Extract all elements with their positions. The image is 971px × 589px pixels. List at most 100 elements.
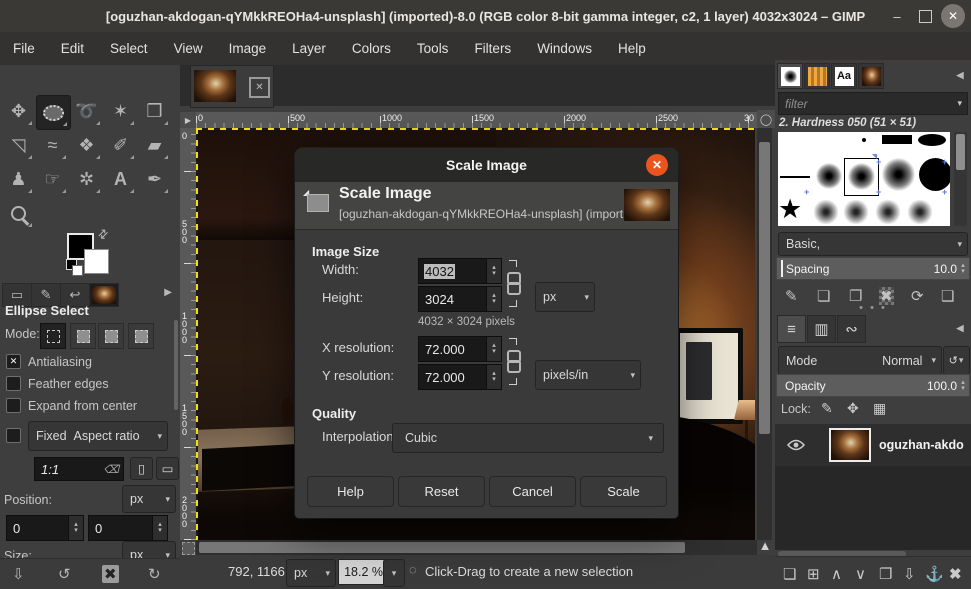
brush-grid-scrollbar-thumb[interactable] [956, 134, 965, 170]
mode-switch-button[interactable]: ↺ ▾ [943, 346, 970, 375]
selected-brush-outline[interactable] [844, 158, 879, 196]
delete-preset-icon[interactable]: ✖ [102, 565, 119, 583]
spin-down-icon[interactable]: ▾ [74, 527, 78, 534]
warp-transform-tool[interactable]: ≈ [36, 129, 69, 162]
mode-add-button[interactable] [70, 323, 96, 349]
mode-replace-button[interactable] [40, 323, 66, 349]
x-resolution-input[interactable]: 72.000 ▴ ▾ [418, 336, 502, 362]
menu-filters[interactable]: Filters [461, 32, 524, 65]
ellipse-select-tool[interactable] [36, 95, 71, 130]
spacing-spinner[interactable]: ▴ ▾ [957, 258, 969, 279]
brush-item[interactable] [816, 163, 842, 189]
clone-tool[interactable]: ♟ [2, 163, 35, 196]
navigation-preview-button[interactable]: ▲ [757, 536, 773, 555]
dock-resize-handle[interactable]: • • • [775, 303, 971, 314]
position-x-input[interactable]: 0 ▴ ▾ [6, 515, 84, 541]
layer-mode-dropdown[interactable]: Mode Normal ▾ [778, 346, 942, 375]
tool-options-scrollbar[interactable] [174, 320, 178, 410]
reset-tool-options-icon[interactable]: ↻ [148, 565, 161, 583]
size-unit-dropdown[interactable]: px ▾ [535, 282, 595, 312]
brush-group-dropdown[interactable]: Basic, ▾ [778, 232, 968, 256]
menu-windows[interactable]: Windows [524, 32, 605, 65]
raise-layer-icon[interactable]: ∧ [831, 565, 842, 583]
portrait-orientation-button[interactable]: ▯ [130, 457, 153, 480]
delete-layer-icon[interactable]: ✖ [949, 565, 962, 583]
save-preset-icon[interactable]: ⇩ [12, 565, 25, 583]
reset-button[interactable]: Reset [398, 476, 485, 507]
clear-input-icon[interactable]: ⌫ [103, 463, 123, 476]
resolution-unit-dropdown[interactable]: pixels/in ▾ [535, 360, 641, 390]
brush-item[interactable] [862, 138, 866, 142]
ruler-corner-menu-button[interactable]: ▶ [180, 112, 196, 128]
free-select-tool[interactable]: ➰ [70, 95, 103, 128]
landscape-orientation-button[interactable]: ▭ [156, 457, 179, 480]
spin-down-icon[interactable]: ▾ [158, 527, 162, 534]
move-tool[interactable]: ✥ [2, 95, 35, 128]
image-tab[interactable]: ✕ [190, 65, 274, 108]
crop-tool[interactable]: ❒ [138, 95, 171, 128]
bucket-fill-tool[interactable]: ❖ [70, 129, 103, 162]
position-y-input[interactable]: 0 ▴ ▾ [88, 515, 168, 541]
opacity-spinner[interactable]: ▴ ▾ [957, 375, 969, 396]
smudge-tool[interactable]: ☞ [36, 163, 69, 196]
quick-mask-toggle[interactable] [182, 542, 195, 555]
brush-item-star[interactable]: ★ [778, 194, 802, 224]
tab-image-thumbnail[interactable] [89, 283, 119, 307]
spinner[interactable]: ▴ ▾ [486, 337, 501, 361]
brush-item[interactable] [882, 158, 915, 191]
tab-layers[interactable]: ≡ [777, 315, 806, 343]
swap-colors-icon[interactable]: ⇄ [95, 225, 112, 242]
collapse-left-dock-icon[interactable]: ▶ [164, 287, 172, 298]
spinner[interactable]: ▴ ▾ [486, 259, 501, 283]
default-colors-icon-bg[interactable] [72, 265, 83, 276]
brush-item[interactable] [844, 200, 868, 224]
zoom-level-input[interactable]: 18.2 % [338, 559, 388, 585]
mode-intersect-button[interactable] [128, 323, 154, 349]
image-tab-close-button[interactable]: ✕ [249, 77, 270, 98]
layer-row[interactable]: oguzhan-akdo [775, 424, 971, 466]
layer-name[interactable]: oguzhan-akdo [879, 438, 964, 452]
tab-document-thumbnail[interactable] [858, 63, 884, 89]
aspect-ratio-input[interactable]: 1:1 ⌫ [34, 457, 124, 481]
lock-alpha-icon[interactable]: ▦ [873, 400, 886, 417]
cancel-button[interactable]: Cancel [489, 476, 576, 507]
vertical-ruler[interactable]: 0 500 1000 1500 2000 [180, 128, 196, 540]
tab-fonts[interactable]: Aa [831, 63, 857, 89]
new-layer-icon[interactable]: ❏ [783, 565, 796, 583]
fixed-checkbox[interactable] [6, 428, 21, 443]
size-chain-link-icon[interactable] [507, 282, 521, 295]
tab-brushes[interactable] [777, 63, 803, 89]
lock-pixels-icon[interactable]: ✎ [821, 400, 833, 417]
zoom-tool[interactable] [2, 197, 35, 230]
menu-file[interactable]: File [0, 32, 48, 65]
lower-layer-icon[interactable]: ∨ [855, 565, 866, 583]
y-resolution-input[interactable]: 72.000 ▴ ▾ [418, 364, 502, 390]
spacing-slider-handle[interactable] [781, 260, 783, 277]
merge-layer-icon[interactable]: ⇩ [903, 565, 916, 583]
interpolation-dropdown[interactable]: Cubic ▾ [392, 423, 664, 453]
transform-tool[interactable]: ◹ [2, 129, 35, 162]
spinner[interactable]: ▴ ▾ [486, 365, 501, 389]
minimize-button[interactable]: – [885, 4, 909, 28]
text-tool[interactable]: A [104, 163, 137, 196]
close-button[interactable]: ✕ [941, 4, 965, 28]
paintbrush-tool[interactable]: ✐ [104, 129, 137, 162]
airbrush-tool[interactable]: ✲ [70, 163, 103, 196]
horizontal-scrollbar[interactable] [196, 540, 757, 555]
menu-image[interactable]: Image [216, 32, 280, 65]
collapse-brush-dock-icon[interactable]: ▶ [956, 70, 964, 81]
menu-tools[interactable]: Tools [404, 32, 462, 65]
tab-channels[interactable]: ▥ [807, 315, 836, 343]
scale-button[interactable]: Scale [580, 476, 667, 507]
zoom-indicator-button[interactable]: ◯ [757, 110, 775, 128]
restore-preset-icon[interactable]: ↺ [58, 565, 71, 583]
menu-colors[interactable]: Colors [339, 32, 404, 65]
vertical-scrollbar[interactable] [757, 128, 772, 540]
fixed-aspect-ratio-dropdown[interactable]: Fixed Aspect ratio ▾ [28, 421, 168, 451]
tab-paths[interactable]: ∾ [837, 315, 866, 343]
status-unit-dropdown[interactable]: px ▾ [286, 559, 336, 587]
brush-item[interactable] [780, 176, 810, 178]
width-input[interactable]: 4032 ▴ ▾ [418, 258, 502, 284]
resolution-chain-link-icon[interactable] [507, 360, 521, 373]
opacity-slider[interactable]: Opacity 100.0 ▴ ▾ [776, 374, 970, 397]
